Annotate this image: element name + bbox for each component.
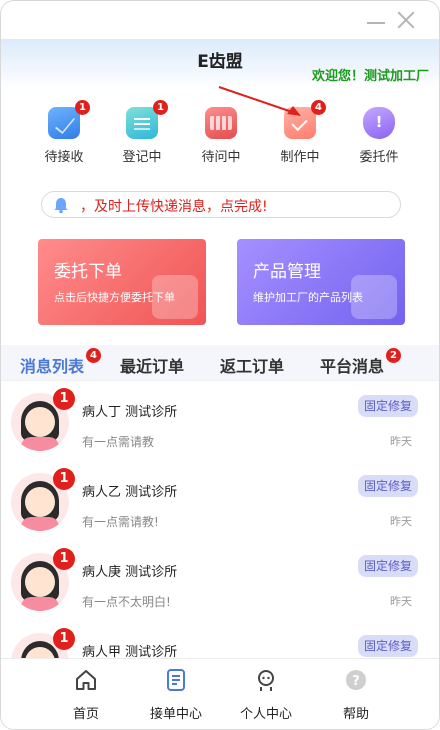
status-inquiry[interactable]: 待问中 — [181, 101, 261, 165]
tab-label: 个人中心 — [239, 707, 292, 722]
title-bar — [1, 1, 439, 39]
bell-icon — [54, 198, 68, 214]
message-preview: 有一点需请教! — [82, 515, 159, 529]
message-tag: 固定修复 — [357, 635, 418, 657]
tab-help[interactable]: ? 帮助 — [311, 667, 401, 722]
shield-icon — [351, 275, 397, 319]
svg-text:?: ? — [352, 674, 360, 689]
welcome-text: 欢迎您！测试加工厂 — [311, 69, 429, 84]
unread-badge: 1 — [53, 628, 75, 650]
unread-badge: 1 — [53, 388, 75, 410]
register-icon: 1 — [126, 100, 168, 139]
list-item[interactable]: 1 病人丁 测试诊所 有一点需请教 固定修复 昨天 — [1, 383, 439, 463]
tab-message-list[interactable]: 消息列表 4 — [20, 348, 102, 377]
entrust-order-card[interactable]: 委托下单 点击后快捷方便委托下单 — [38, 239, 206, 325]
tab-platform-messages[interactable]: 平台消息 2 — [320, 348, 402, 377]
message-time: 昨天 — [390, 435, 412, 448]
status-making[interactable]: 4 制作中 — [260, 100, 340, 165]
tab-label: 消息列表 — [20, 357, 85, 376]
tab-order-center[interactable]: 接单中心 — [131, 667, 221, 722]
status-pending-receive[interactable]: 1 待接收 — [24, 100, 104, 165]
status-badge: 4 — [311, 100, 326, 115]
status-badge: 1 — [75, 100, 90, 115]
tab-label: 帮助 — [342, 707, 369, 722]
envelope-icon: 1 — [48, 100, 90, 139]
status-label: 待接收 — [44, 150, 84, 165]
message-tabs: 消息列表 4 最近订单 返工订单 平台消息 2 — [1, 345, 439, 381]
help-icon: ? — [346, 670, 366, 690]
notice-text: ，及时上传快递消息，点完成! — [80, 199, 268, 215]
status-badge: 1 — [153, 100, 168, 115]
message-preview: 有一点需请教 — [82, 435, 155, 449]
message-time: 昨天 — [390, 515, 412, 528]
card-title: 产品管理 — [253, 262, 321, 282]
app-header: E齿盟 欢迎您！测试加工厂 — [1, 39, 439, 89]
list-item[interactable]: 1 病人甲 测试诊所 固定修复 — [1, 623, 439, 660]
minimize-icon[interactable] — [365, 9, 387, 31]
message-title: 病人丁 测试诊所 — [82, 405, 178, 420]
tab-label: 首页 — [72, 707, 99, 722]
tab-badge: 2 — [386, 348, 402, 363]
tab-label: 最近订单 — [120, 357, 185, 376]
card-subtitle: 维护加工厂的产品列表 — [253, 291, 363, 304]
inquiry-icon — [205, 107, 237, 139]
close-icon[interactable] — [395, 9, 417, 31]
status-entrusted[interactable]: 委托件 — [339, 101, 419, 165]
list-item[interactable]: 1 病人庚 测试诊所 有一点不太明白! 固定修复 昨天 — [1, 543, 439, 623]
message-tag: 固定修复 — [357, 555, 418, 577]
unread-badge: 1 — [53, 548, 75, 570]
message-title: 病人乙 测试诊所 — [82, 485, 178, 500]
tab-label: 返工订单 — [220, 357, 285, 376]
message-list: 1 病人丁 测试诊所 有一点需请教 固定修复 昨天 1 病人乙 测试诊所 有一点… — [1, 383, 439, 660]
tab-label: 接单中心 — [149, 707, 202, 722]
list-item[interactable]: 1 病人乙 测试诊所 有一点需请教! 固定修复 昨天 — [1, 463, 439, 543]
message-tag: 固定修复 — [357, 475, 418, 497]
tab-badge: 4 — [86, 348, 102, 363]
entrust-icon — [363, 107, 395, 139]
notice-bar: ，及时上传快递消息，点完成! — [41, 191, 401, 218]
person-icon — [258, 670, 274, 691]
unread-badge: 1 — [53, 468, 75, 490]
making-icon: 4 — [284, 100, 326, 139]
status-registering[interactable]: 1 登记中 — [102, 100, 182, 165]
home-icon — [76, 670, 96, 690]
tab-label: 平台消息 — [320, 357, 385, 376]
calendar-icon — [152, 275, 198, 319]
tab-personal-center[interactable]: 个人中心 — [221, 667, 311, 722]
message-preview: 有一点不太明白! — [82, 595, 171, 609]
status-label: 制作中 — [280, 150, 320, 165]
tab-home[interactable]: 首页 — [41, 667, 131, 722]
tab-recent-orders[interactable]: 最近订单 — [120, 353, 184, 377]
bottom-tab-bar: 首页 接单中心 个人中心 ? 帮助 — [1, 658, 439, 729]
order-status-row: 1 待接收 1 登记中 待问中 4 制作中 委托件 — [1, 100, 439, 169]
status-label: 待问中 — [201, 150, 241, 165]
product-management-card[interactable]: 产品管理 维护加工厂的产品列表 — [237, 239, 405, 325]
app-window: E齿盟 欢迎您！测试加工厂 1 待接收 1 登记中 待问中 4 制作中 ! 委托… — [0, 0, 440, 730]
status-label: 登记中 — [122, 150, 162, 165]
message-title: 病人庚 测试诊所 — [82, 565, 178, 580]
message-time: 昨天 — [390, 595, 412, 608]
card-title: 委托下单 — [54, 262, 122, 282]
status-label: 委托件 — [359, 150, 399, 165]
tab-rework-orders[interactable]: 返工订单 — [220, 353, 284, 377]
message-tag: 固定修复 — [357, 395, 418, 417]
order-center-icon — [167, 669, 185, 691]
